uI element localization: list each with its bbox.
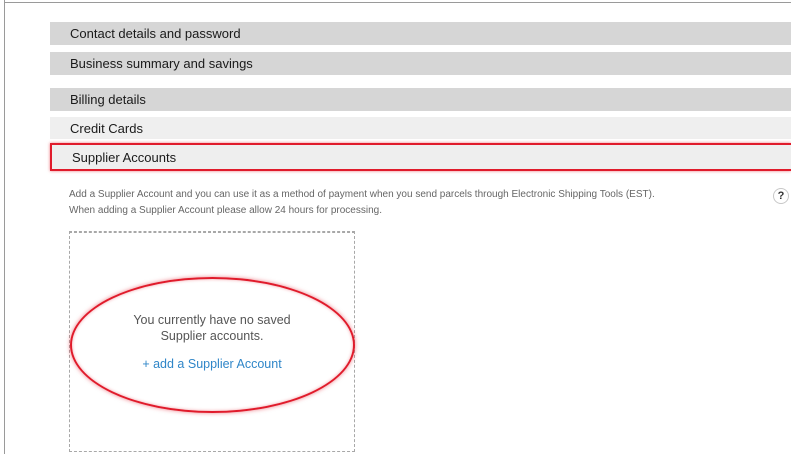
section-business-summary[interactable]: Business summary and savings xyxy=(50,52,791,75)
description-line-2: When adding a Supplier Account please al… xyxy=(69,205,382,216)
window-top-border xyxy=(4,2,791,3)
empty-line-2: Supplier accounts. xyxy=(160,329,264,343)
section-label: Billing details xyxy=(70,92,146,107)
empty-state-message: You currently have no saved Supplier acc… xyxy=(69,312,355,344)
empty-line-1: You currently have no saved xyxy=(133,313,291,327)
add-supplier-account-link[interactable]: + add a Supplier Account xyxy=(69,357,355,371)
section-label: Business summary and savings xyxy=(70,56,253,71)
section-contact-details[interactable]: Contact details and password xyxy=(50,22,791,45)
supplier-description: Add a Supplier Account and you can use i… xyxy=(69,187,749,219)
help-icon[interactable]: ? xyxy=(773,188,789,204)
section-label: Contact details and password xyxy=(70,26,241,41)
section-supplier-accounts[interactable]: Supplier Accounts xyxy=(50,143,791,171)
description-line-1: Add a Supplier Account and you can use i… xyxy=(69,189,655,200)
card-top-dash xyxy=(69,232,355,233)
window-left-border xyxy=(4,0,5,454)
section-label: Credit Cards xyxy=(70,120,143,136)
section-label: Supplier Accounts xyxy=(72,149,177,165)
section-billing-details[interactable]: Billing details xyxy=(50,88,791,111)
section-credit-cards[interactable]: Credit Cards xyxy=(50,117,791,139)
